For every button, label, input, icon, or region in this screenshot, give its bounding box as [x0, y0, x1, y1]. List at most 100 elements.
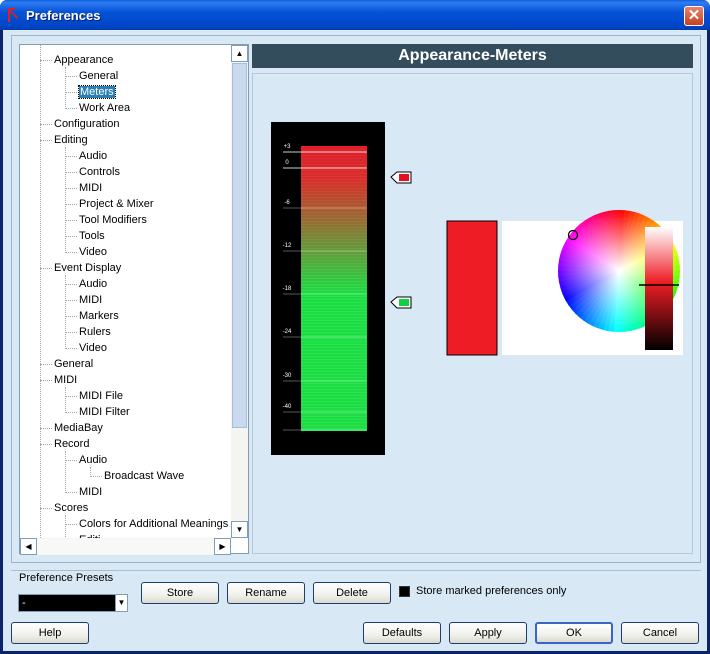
tree-item-label: MIDI	[79, 294, 103, 306]
tree-item-label: Video	[79, 342, 107, 354]
tree-item[interactable]: MIDI	[79, 292, 102, 308]
tree-item[interactable]: Tools	[79, 228, 105, 244]
store-button[interactable]: Store	[141, 582, 219, 604]
tree-connector	[65, 451, 66, 493]
tree-item-label: Event Display	[54, 262, 122, 274]
tree-horizontal-scrollbar[interactable]: ◀ ▶	[20, 538, 231, 555]
preference-presets-dropdown[interactable]: - ▼	[18, 594, 128, 612]
tree-item[interactable]: Broadcast Wave	[104, 468, 184, 484]
apply-button[interactable]: Apply	[449, 622, 527, 644]
store-marked-checkbox[interactable]	[399, 586, 410, 597]
close-button[interactable]: ✕	[684, 6, 704, 26]
scroll-up-button[interactable]: ▲	[231, 45, 248, 62]
tree-connector	[40, 268, 52, 269]
separator	[11, 570, 701, 571]
app-icon	[8, 8, 18, 22]
tree-connector	[40, 508, 52, 509]
scroll-thumb[interactable]	[232, 63, 247, 428]
tree-connector	[40, 380, 52, 381]
meter-bottom-color-handle[interactable]	[390, 296, 412, 309]
tree-item[interactable]: Audio	[79, 148, 107, 164]
section-title: Appearance-Meters	[252, 44, 693, 68]
tree-item[interactable]: General	[79, 68, 118, 84]
tree-item[interactable]: MIDI	[54, 372, 77, 388]
tree-item[interactable]: MIDI File	[79, 388, 123, 404]
tree-item[interactable]: Markers	[79, 308, 119, 324]
tree-connector	[65, 172, 77, 173]
preferences-tree: Appearance General Meters Work Area Configur…	[19, 44, 249, 555]
tree-item[interactable]: Rulers	[79, 324, 111, 340]
selected-color-swatch	[446, 220, 498, 356]
help-button[interactable]: Help	[11, 622, 89, 644]
tree-item[interactable]: Appearance	[54, 52, 113, 68]
tree-item[interactable]: Event Display	[54, 260, 121, 276]
tree-item-label: Broadcast Wave	[104, 470, 185, 482]
tree-item[interactable]: Record	[54, 436, 89, 452]
tree-item[interactable]: Scores	[54, 500, 88, 516]
tree-item-label: Appearance	[54, 54, 114, 66]
rename-button[interactable]: Rename	[227, 582, 305, 604]
tree-item[interactable]: Colors for Additional Meanings	[79, 516, 228, 532]
meter-scale-label: -40	[283, 404, 292, 410]
tree-item[interactable]: Video	[79, 244, 107, 260]
chevron-down-icon[interactable]: ▼	[115, 595, 127, 611]
tree-item[interactable]: Video	[79, 340, 107, 356]
tree-item-label: Markers	[79, 310, 119, 322]
tree-connector	[40, 140, 52, 141]
tree-connector	[65, 252, 77, 253]
tree-item-label: Rulers	[79, 326, 111, 338]
tree-connector	[90, 476, 102, 477]
scroll-down-button[interactable]: ▼	[231, 521, 248, 538]
tree-item-label: MIDI Filter	[79, 406, 130, 418]
store-marked-label: Store marked preferences only	[416, 585, 567, 597]
brightness-slider[interactable]	[645, 227, 673, 350]
tree-item[interactable]: MIDI	[79, 484, 102, 500]
delete-button[interactable]: Delete	[313, 582, 391, 604]
tree-connector	[90, 467, 91, 477]
meter-top-color-handle[interactable]	[390, 171, 412, 184]
tree-item[interactable]: Configuration	[54, 116, 119, 132]
tree-item[interactable]: General	[54, 356, 93, 372]
tree-connector	[65, 236, 77, 237]
preferences-window: Preferences ✕ Appearance General Meters Wor…	[0, 0, 710, 654]
tree-item-label: Meters	[78, 85, 116, 99]
tree-item[interactable]: Project & Mixer	[79, 196, 154, 212]
tree-item[interactable]: Audio	[79, 452, 107, 468]
tree-item[interactable]: Editing	[54, 132, 88, 148]
tree-connector	[65, 188, 77, 189]
tree-item[interactable]: MIDI	[79, 180, 102, 196]
bottom-handle-swatch	[399, 299, 409, 306]
tree-vertical-scrollbar[interactable]: ▲ ▼	[231, 45, 248, 538]
tree-connector	[40, 428, 52, 429]
meters-canvas: +30-6-12-18-24-30-40	[271, 122, 683, 455]
tree-item-label: MIDI	[79, 486, 103, 498]
tree-connector	[65, 108, 77, 109]
hscroll-thumb[interactable]	[37, 539, 214, 554]
ok-button[interactable]: OK	[535, 622, 613, 644]
tree-item-label: General	[54, 358, 94, 370]
tree-item[interactable]: Tool Modifiers	[79, 212, 147, 228]
scroll-right-button[interactable]: ▶	[214, 538, 231, 555]
scroll-left-button[interactable]: ◀	[20, 538, 37, 555]
tree-item-label: Tool Modifiers	[79, 214, 147, 226]
tree-item[interactable]: Controls	[79, 164, 120, 180]
window-title: Preferences	[26, 8, 101, 23]
tree-connector	[65, 284, 77, 285]
tree-item[interactable]: MediaBay	[54, 420, 103, 436]
defaults-button[interactable]: Defaults	[363, 622, 441, 644]
tree-item[interactable]: MIDI Filter	[79, 404, 130, 420]
tree-item-label: General	[79, 70, 119, 82]
tree-item-label: MIDI File	[79, 390, 123, 402]
tree-item[interactable]: Work Area	[79, 100, 130, 116]
tree-item-label: Scores	[54, 502, 89, 514]
tree-item-label: Colors for Additional Meanings	[79, 518, 229, 530]
tree-content: Appearance General Meters Work Area Configur…	[20, 45, 231, 538]
tree-connector	[65, 275, 66, 349]
tree-item[interactable]: Meters	[78, 84, 116, 100]
tree-connector	[65, 76, 77, 77]
cancel-button[interactable]: Cancel	[621, 622, 699, 644]
tree-connector	[65, 67, 66, 109]
tree-item[interactable]: Audio	[79, 276, 107, 292]
tree-connector	[40, 60, 52, 61]
title-bar[interactable]: Preferences ✕	[0, 0, 710, 30]
